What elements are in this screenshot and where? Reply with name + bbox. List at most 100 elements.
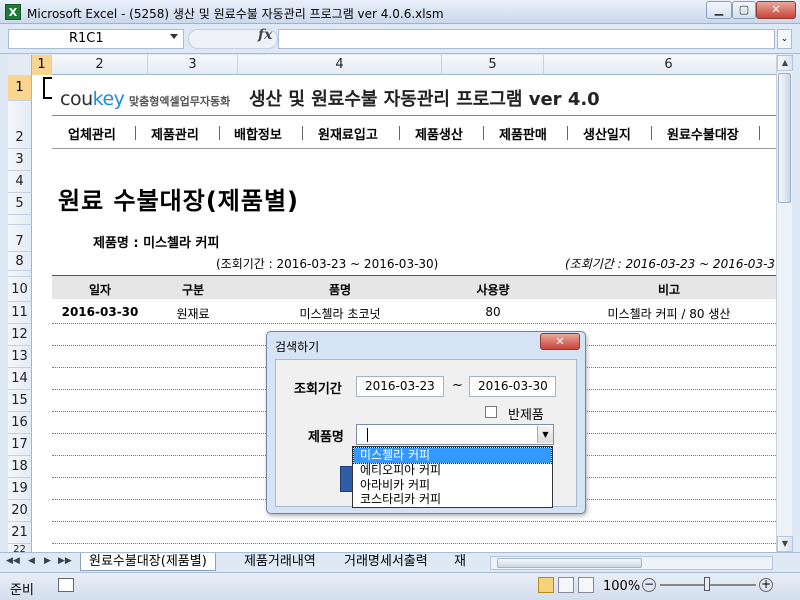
column-header[interactable]: 5 <box>442 55 544 75</box>
row-header[interactable]: 14 <box>8 368 32 390</box>
row-header[interactable]: 15 <box>8 390 32 412</box>
tab-truncated[interactable]: 재 <box>450 553 470 571</box>
menu-sales[interactable]: 제품판매 <box>499 124 547 143</box>
chevron-down-icon[interactable]: ▼ <box>537 426 553 443</box>
column-title: 일자 <box>88 283 112 297</box>
row-header[interactable]: 2 <box>8 101 32 149</box>
last-sheet-icon[interactable]: ▶▶ <box>58 556 72 566</box>
restore-button[interactable]: ▢ <box>732 1 756 19</box>
product-combo[interactable]: ▼ <box>356 424 554 445</box>
dropdown-option[interactable]: 에티오피아 커피 <box>354 463 551 478</box>
menu-company[interactable]: 업체관리 <box>68 124 116 143</box>
scroll-down-icon[interactable]: ▼ <box>777 536 793 552</box>
scroll-up-icon[interactable]: ▲ <box>777 55 793 71</box>
window-title: Microsoft Excel - (5258) 생산 및 원료수불 자동관리 … <box>27 7 444 21</box>
row-header[interactable]: 5 <box>8 193 32 215</box>
column-header[interactable]: 3 <box>148 55 238 75</box>
name-box[interactable]: R1C1 <box>8 29 184 49</box>
formula-input[interactable] <box>278 29 775 49</box>
column-headers: 1 2 3 4 5 6 <box>8 55 776 75</box>
row-line <box>52 543 776 544</box>
tab-product-transactions[interactable]: 제품거래내역 <box>236 553 324 571</box>
select-all-corner[interactable] <box>8 55 32 75</box>
menu-material-ledger[interactable]: 원료수불대장 <box>667 124 739 143</box>
product-label: 제품명 : 미스첼라 커피 <box>93 236 220 251</box>
date-to-field[interactable]: 2016-03-30 <box>469 376 556 397</box>
row-line <box>52 521 776 522</box>
menu-separator <box>219 126 220 140</box>
product-name-label: 제품명 <box>308 430 344 445</box>
scroll-thumb[interactable] <box>778 73 791 203</box>
title-bar: X Microsoft Excel - (5258) 생산 및 원료수불 자동관… <box>0 0 800 24</box>
excel-app-icon[interactable]: X <box>5 4 21 20</box>
chevron-down-icon[interactable] <box>170 34 178 39</box>
row-header[interactable]: 6 <box>8 215 32 225</box>
menu-product[interactable]: 제품관리 <box>151 124 199 143</box>
close-button[interactable]: ✕ <box>756 1 796 19</box>
first-sheet-icon[interactable]: ◀◀ <box>6 556 20 566</box>
menu-recipe[interactable]: 배합정보 <box>234 124 282 143</box>
row-header[interactable]: 22 <box>8 544 32 552</box>
column-header[interactable]: 6 <box>544 55 776 75</box>
status-bar: 준비 100% − + <box>0 572 800 600</box>
next-sheet-icon[interactable]: ▶ <box>44 556 51 566</box>
zoom-level[interactable]: 100% <box>603 579 640 594</box>
period-label: 조회기간 <box>294 382 342 397</box>
dropdown-option[interactable]: 아라비카 커피 <box>354 478 551 493</box>
date-from-field[interactable]: 2016-03-23 <box>356 376 444 397</box>
column-header[interactable]: 1 <box>32 55 52 75</box>
menu-material-receipt[interactable]: 원재료입고 <box>318 124 378 143</box>
horizontal-scrollbar[interactable] <box>490 556 773 570</box>
menu-production[interactable]: 제품생산 <box>415 124 463 143</box>
zoom-slider-thumb[interactable] <box>704 577 710 591</box>
row-header[interactable]: 19 <box>8 478 32 500</box>
dialog-close-button[interactable]: ✕ <box>540 333 580 350</box>
tilde-separator: ~ <box>452 378 463 393</box>
vertical-scrollbar[interactable]: ▲ ▼ <box>776 55 793 552</box>
row-header[interactable]: 10 <box>8 277 32 302</box>
zoom-in-icon[interactable]: + <box>759 578 773 592</box>
macro-record-icon[interactable] <box>58 578 74 592</box>
table-cell-item: 미스첼라 초코넛 <box>299 307 381 321</box>
column-title: 비고 <box>657 283 681 297</box>
page-layout-view-icon[interactable] <box>558 577 574 593</box>
semi-product-checkbox[interactable] <box>485 406 497 418</box>
row-header[interactable]: 13 <box>8 346 32 368</box>
active-cell[interactable] <box>43 77 52 99</box>
row-header[interactable]: 12 <box>8 324 32 346</box>
tab-invoice-print[interactable]: 거래명세서출력 <box>336 553 436 571</box>
row-header[interactable]: 8 <box>8 252 32 271</box>
expand-formula-bar-button[interactable]: ⌄ <box>777 29 792 49</box>
column-title: 구분 <box>181 283 205 297</box>
semi-product-label: 반제품 <box>508 408 544 423</box>
row-header[interactable]: 18 <box>8 456 32 478</box>
zoom-out-icon[interactable]: − <box>642 578 656 592</box>
row-header[interactable]: 4 <box>8 171 32 193</box>
row-header[interactable]: 16 <box>8 412 32 434</box>
menu-production-log[interactable]: 생산일지 <box>583 124 631 143</box>
insert-function-icon[interactable]: fx <box>258 27 272 43</box>
page-break-view-icon[interactable] <box>578 577 594 593</box>
row-header[interactable]: 7 <box>8 225 32 252</box>
horizontal-scroll-thumb[interactable] <box>497 558 642 568</box>
period-text: (조회기간 : 2016-03-23 ~ 2016-03-30) <box>216 257 439 271</box>
column-header[interactable]: 2 <box>52 55 148 75</box>
tab-material-ledger-product[interactable]: 원료수불대장(제품별) <box>80 553 216 571</box>
row-header[interactable]: 3 <box>8 149 32 171</box>
page-heading: 원료 수불대장(제품별) <box>58 187 300 215</box>
column-header[interactable]: 4 <box>238 55 442 75</box>
row-header[interactable]: 21 <box>8 522 32 544</box>
menu-separator <box>483 126 484 140</box>
row-header[interactable]: 11 <box>8 302 32 324</box>
row-header[interactable]: 20 <box>8 500 32 522</box>
row-header[interactable]: 1 <box>8 75 32 101</box>
table-cell-qty: 80 <box>485 305 501 319</box>
prev-sheet-icon[interactable]: ◀ <box>28 556 35 566</box>
menu-separator <box>651 126 652 140</box>
normal-view-icon[interactable] <box>538 577 554 593</box>
row-header[interactable]: 17 <box>8 434 32 456</box>
minimize-button[interactable]: ▁ <box>706 1 732 19</box>
menu-separator <box>302 126 303 140</box>
dropdown-option[interactable]: 코스타리카 커피 <box>354 492 551 507</box>
dropdown-option[interactable]: 미스첼라 커피 <box>353 447 552 464</box>
